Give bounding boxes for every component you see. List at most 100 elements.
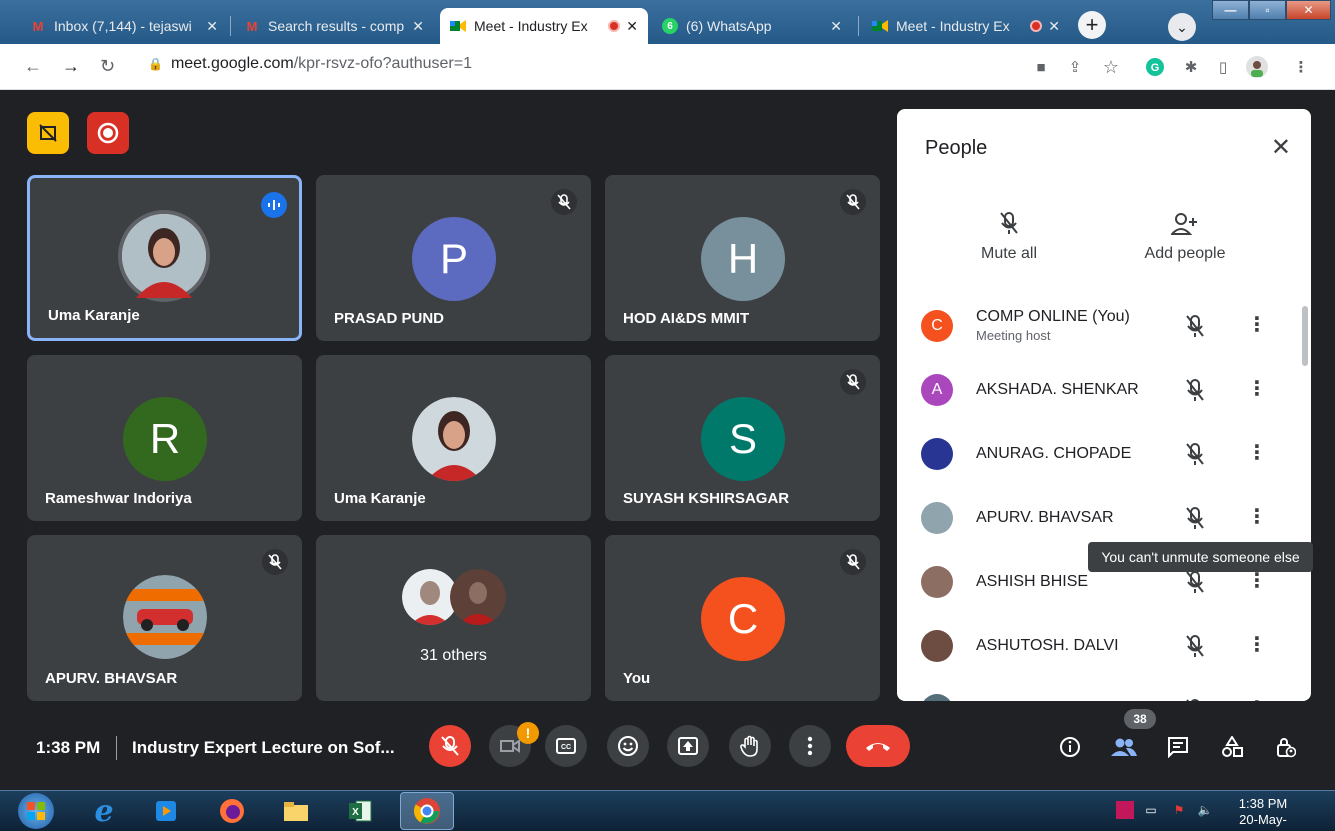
- minimize-button[interactable]: —: [1212, 0, 1249, 20]
- tab-whatsapp[interactable]: 6 (6) WhatsApp ✕: [652, 8, 852, 44]
- participant-tile[interactable]: S SUYASH KSHIRSAGAR: [605, 355, 880, 521]
- participant-tile[interactable]: APURV. BHAVSAR: [27, 535, 302, 701]
- more-vertical-icon[interactable]: ⋮: [1247, 504, 1267, 529]
- close-tab-icon[interactable]: ✕: [1048, 18, 1060, 35]
- reactions-button[interactable]: [607, 725, 649, 767]
- more-vertical-icon[interactable]: ⋮: [1247, 376, 1267, 401]
- firefox-icon[interactable]: [216, 795, 248, 827]
- window-controls: — ▫ ✕: [1212, 0, 1331, 20]
- mic-off-icon[interactable]: [1185, 698, 1205, 701]
- tab-meet-second[interactable]: Meet - Industry Ex ✕: [862, 8, 1070, 44]
- avatar: C: [701, 577, 785, 661]
- tray-app-icon[interactable]: [1116, 801, 1134, 819]
- participant-row[interactable]: ANURAG. CHOPADE ⋮: [897, 422, 1297, 486]
- participant-tile[interactable]: Uma Karanje: [316, 355, 591, 521]
- windows-taskbar: e X: [0, 790, 1335, 831]
- avatar: [123, 575, 207, 659]
- more-options-button[interactable]: [789, 725, 831, 767]
- close-panel-icon[interactable]: ✕: [1271, 133, 1291, 162]
- tab-inbox[interactable]: M Inbox (7,144) - tejaswi ✕: [20, 8, 228, 44]
- participant-avatar: [921, 630, 953, 662]
- address-bar[interactable]: 🔒 meet.google.com/kpr-rsvz-ofo?authuser=1: [148, 55, 472, 73]
- system-clock[interactable]: 1:38 PM 20-May-23: [1232, 796, 1294, 831]
- media-player-icon[interactable]: [150, 795, 182, 827]
- mic-off-icon[interactable]: [1185, 442, 1205, 471]
- more-vertical-icon[interactable]: ⋮: [1247, 312, 1267, 337]
- self-tile[interactable]: C You: [605, 535, 880, 701]
- recording-indicator: [608, 20, 621, 32]
- volume-icon[interactable]: 🔈: [1196, 801, 1214, 819]
- add-people-button[interactable]: Add people: [1130, 201, 1240, 263]
- profile-avatar[interactable]: [1246, 56, 1268, 78]
- start-button[interactable]: [18, 793, 54, 829]
- present-screen-button[interactable]: [667, 725, 709, 767]
- participant-row[interactable]: AASHWINI DHADANE⋮: [897, 678, 1297, 701]
- share-icon[interactable]: ⇪: [1064, 56, 1086, 78]
- participant-name: PRASAD PUND: [334, 310, 445, 327]
- tab-search-chevron-icon[interactable]: ⌄: [1168, 13, 1196, 41]
- tab-search-results[interactable]: M Search results - comp ✕: [234, 8, 434, 44]
- tab-title: Search results - comp: [268, 18, 405, 34]
- activities-button[interactable]: [1218, 733, 1246, 761]
- participant-row[interactable]: A AKSHADA. SHENKAR ⋮: [897, 358, 1297, 422]
- internet-explorer-icon[interactable]: e: [88, 794, 120, 829]
- captions-off-badge[interactable]: [27, 112, 69, 154]
- chat-button[interactable]: [1164, 733, 1192, 761]
- participant-name: Uma Karanje: [334, 490, 426, 507]
- more-vertical-icon[interactable]: ⋮: [1247, 440, 1267, 465]
- close-tab-icon[interactable]: ✕: [830, 18, 842, 35]
- participant-name: COMP ONLINE (You): [976, 308, 1130, 325]
- meeting-details-button[interactable]: [1056, 733, 1084, 761]
- leave-call-button[interactable]: [846, 725, 910, 767]
- people-button[interactable]: [1110, 733, 1138, 761]
- chrome-taskbar-button[interactable]: [400, 792, 454, 830]
- mute-all-button[interactable]: Mute all: [954, 201, 1064, 263]
- avatar: [118, 210, 210, 302]
- more-vertical-icon[interactable]: ⋮: [1247, 632, 1267, 657]
- network-icon[interactable]: ▭: [1142, 801, 1160, 819]
- participant-row[interactable]: C COMP ONLINE (You) Meeting host ⋮: [897, 294, 1297, 358]
- browser-menu-icon[interactable]: ⋮: [1290, 56, 1312, 78]
- participant-avatar: C: [921, 310, 953, 342]
- captions-button[interactable]: CC: [545, 725, 587, 767]
- new-tab-button[interactable]: +: [1078, 11, 1106, 39]
- file-explorer-icon[interactable]: [280, 795, 312, 827]
- microphone-toggle-button[interactable]: [429, 725, 471, 767]
- bookmark-star-icon[interactable]: ☆: [1100, 56, 1122, 78]
- host-controls-button[interactable]: [1272, 733, 1300, 761]
- close-tab-icon[interactable]: ✕: [206, 18, 218, 35]
- mic-off-icon[interactable]: [1185, 314, 1205, 343]
- action-center-icon[interactable]: ⚑: [1170, 801, 1188, 819]
- forward-arrow-icon[interactable]: →: [62, 56, 80, 77]
- participant-row[interactable]: ASHUTOSH. DALVI ⋮: [897, 614, 1297, 678]
- grammarly-extension-icon[interactable]: G: [1144, 56, 1166, 78]
- excel-icon[interactable]: X: [344, 795, 376, 827]
- maximize-button[interactable]: ▫: [1249, 0, 1286, 20]
- close-window-button[interactable]: ✕: [1286, 0, 1331, 20]
- mic-off-icon[interactable]: [1185, 378, 1205, 407]
- participant-avatar: A: [921, 374, 953, 406]
- recording-badge[interactable]: [87, 112, 129, 154]
- mic-off-icon[interactable]: [1185, 634, 1205, 663]
- participant-row[interactable]: APURV. BHAVSAR ⋮: [897, 486, 1297, 550]
- back-arrow-icon[interactable]: ←: [24, 56, 42, 77]
- close-tab-icon[interactable]: ✕: [412, 18, 424, 35]
- more-vertical-icon[interactable]: ⋮: [1247, 696, 1267, 701]
- participant-tile[interactable]: Uma Karanje: [27, 175, 302, 341]
- participant-tile[interactable]: H HOD AI&DS MMIT: [605, 175, 880, 341]
- reload-icon[interactable]: ↻: [100, 56, 115, 77]
- participant-tile[interactable]: R Rameshwar Indoriya: [27, 355, 302, 521]
- others-tile[interactable]: 31 others: [316, 535, 591, 701]
- close-tab-icon[interactable]: ✕: [626, 18, 638, 35]
- camera-in-use-icon[interactable]: ■: [1030, 56, 1052, 78]
- whatsapp-icon: 6: [662, 18, 678, 34]
- participant-name: SUYASH KSHIRSAGAR: [623, 490, 790, 507]
- raise-hand-button[interactable]: [729, 725, 771, 767]
- side-panel-icon[interactable]: ▯: [1212, 56, 1234, 78]
- mic-off-icon[interactable]: [1185, 506, 1205, 535]
- tab-meet-active[interactable]: Meet - Industry Ex ✕: [440, 8, 648, 44]
- panel-scrollbar[interactable]: [1302, 306, 1308, 366]
- participant-tile[interactable]: P PRASAD PUND: [316, 175, 591, 341]
- mic-off-icon[interactable]: [1185, 570, 1205, 599]
- extensions-puzzle-icon[interactable]: ✱: [1180, 56, 1202, 78]
